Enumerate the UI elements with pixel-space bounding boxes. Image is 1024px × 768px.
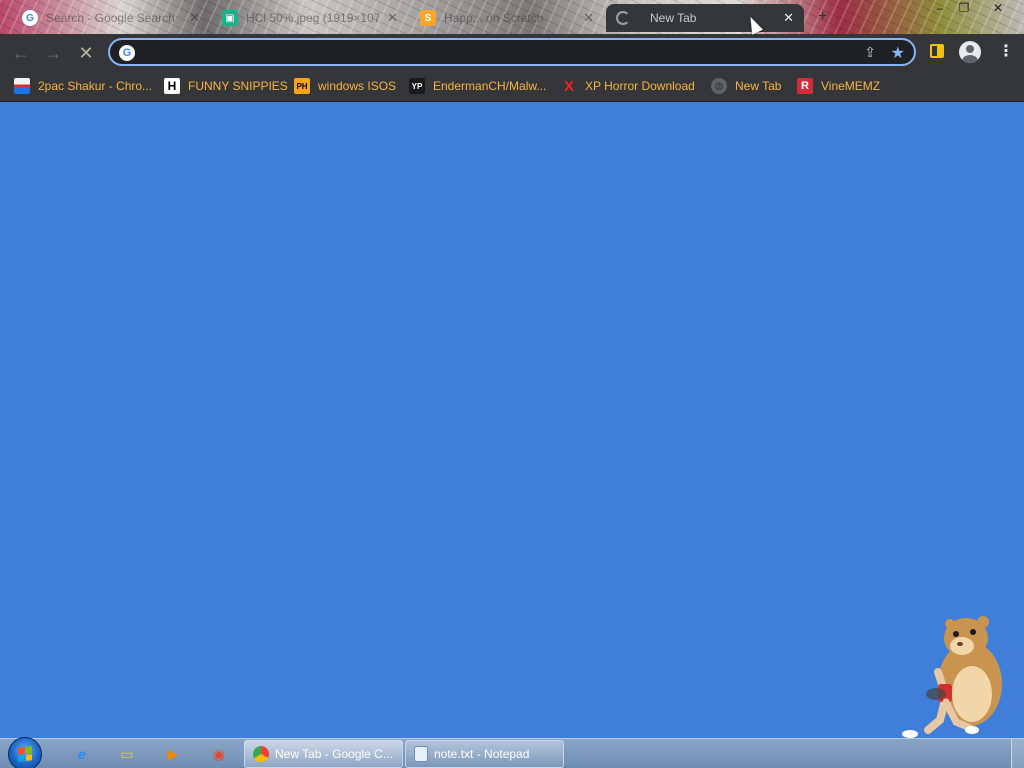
bookmark-label: 2pac Shakur - Chro... bbox=[38, 79, 153, 93]
chrome-icon bbox=[253, 746, 269, 762]
address-bar[interactable]: G ⇪ ★ bbox=[108, 38, 916, 66]
bookmarks-bar: 2pac Shakur - Chro... H FUNNY SNIPPIES P… bbox=[0, 70, 1024, 102]
new-tab-button[interactable]: + bbox=[818, 8, 827, 26]
bookmark-item[interactable]: YP EndermanCH/Malw... bbox=[409, 76, 546, 96]
side-panel-icon[interactable] bbox=[930, 44, 944, 58]
tab-strip: G Search - Google Search ✕ ▣ HCl 50%.jpe… bbox=[0, 0, 1024, 34]
file-explorer-icon[interactable]: ▭ bbox=[115, 743, 139, 765]
bookmark-star-icon[interactable]: ★ bbox=[891, 43, 905, 63]
close-icon[interactable]: ✕ bbox=[783, 10, 794, 26]
chrome-web-store-icon bbox=[14, 78, 30, 94]
close-icon[interactable]: ✕ bbox=[387, 10, 398, 26]
google-g-icon: G bbox=[119, 45, 135, 61]
bookmark-label: FUNNY SNIPPIES bbox=[188, 79, 288, 93]
loading-spinner-icon bbox=[616, 11, 630, 25]
close-icon[interactable]: ✕ bbox=[189, 10, 200, 26]
back-button[interactable]: ← bbox=[10, 42, 32, 64]
taskbar-window-label: New Tab - Google C... bbox=[275, 747, 393, 761]
tab-new-tab[interactable]: New Tab ✕ bbox=[606, 4, 804, 32]
yp-icon: YP bbox=[409, 78, 425, 94]
bookmark-label: windows ISOS bbox=[318, 79, 397, 93]
bookmark-item[interactable]: PH windows ISOS bbox=[294, 76, 396, 96]
page-content[interactable] bbox=[0, 102, 1024, 738]
bookmark-label: New Tab bbox=[735, 79, 782, 93]
internet-explorer-icon[interactable]: e bbox=[70, 743, 94, 765]
restore-button[interactable]: ❐ bbox=[952, 0, 976, 16]
app-icon[interactable]: ◉ bbox=[207, 743, 231, 765]
google-g-icon: G bbox=[22, 10, 38, 26]
close-window-button[interactable]: ✕ bbox=[986, 0, 1010, 16]
share-icon[interactable]: ⇪ bbox=[864, 44, 876, 61]
tab-scratch[interactable]: S Happ... on Scratch ✕ bbox=[410, 4, 604, 32]
r-letter-icon: R bbox=[797, 78, 813, 94]
red-x-icon: X bbox=[563, 77, 574, 95]
bookmark-item[interactable]: X XP Horror Download bbox=[561, 76, 695, 96]
globe-icon: ◍ bbox=[711, 78, 727, 94]
stop-loading-button[interactable]: ✕ bbox=[75, 42, 97, 64]
tab-title: HCl 50%.jpeg (1919×1079) bbox=[246, 11, 380, 25]
bookmark-item[interactable]: H FUNNY SNIPPIES bbox=[164, 76, 288, 96]
bookmark-label: XP Horror Download bbox=[585, 79, 695, 93]
taskbar-chrome-window[interactable]: New Tab - Google C... bbox=[244, 740, 403, 768]
windows-logo-icon bbox=[18, 746, 32, 762]
hamster-mascot-image bbox=[902, 616, 1002, 738]
tab-title: Search - Google Search bbox=[46, 11, 175, 25]
profile-avatar-icon[interactable] bbox=[959, 41, 981, 63]
forward-button[interactable]: → bbox=[42, 42, 64, 64]
bookmark-item[interactable]: R VineMEMZ bbox=[797, 76, 880, 96]
media-player-icon[interactable]: ▶ bbox=[161, 743, 185, 765]
show-desktop-button[interactable] bbox=[1011, 739, 1024, 768]
start-button[interactable] bbox=[8, 737, 42, 768]
tab-title: Happ... on Scratch bbox=[444, 11, 544, 25]
h-letter-icon: H bbox=[164, 78, 180, 94]
notepad-icon bbox=[414, 746, 428, 762]
windows-taskbar: e ▭ ▶ ◉ New Tab - Google C... note.txt -… bbox=[0, 737, 1024, 768]
browser-toolbar: ← → ✕ G ⇪ ★ ⋮ bbox=[0, 34, 1024, 70]
bookmark-item[interactable]: ◍ New Tab bbox=[711, 76, 781, 96]
bookmark-label: VineMEMZ bbox=[821, 79, 881, 93]
ph-icon: PH bbox=[294, 78, 310, 94]
image-viewer-icon: ▣ bbox=[222, 10, 238, 26]
bookmark-item[interactable]: 2pac Shakur - Chro... bbox=[14, 76, 152, 96]
menu-kebab-icon[interactable]: ⋮ bbox=[998, 41, 1014, 61]
tab-google-search[interactable]: G Search - Google Search ✕ bbox=[12, 4, 210, 32]
tab-image[interactable]: ▣ HCl 50%.jpeg (1919×1079) ✕ bbox=[212, 4, 408, 32]
taskbar-window-label: note.txt - Notepad bbox=[434, 747, 530, 761]
bookmark-label: EndermanCH/Malw... bbox=[433, 79, 547, 93]
address-input[interactable] bbox=[144, 42, 844, 62]
taskbar-notepad-window[interactable]: note.txt - Notepad bbox=[405, 740, 564, 768]
minimize-button[interactable]: – bbox=[928, 0, 952, 16]
scratch-icon: S bbox=[420, 10, 436, 26]
close-icon[interactable]: ✕ bbox=[583, 10, 594, 26]
